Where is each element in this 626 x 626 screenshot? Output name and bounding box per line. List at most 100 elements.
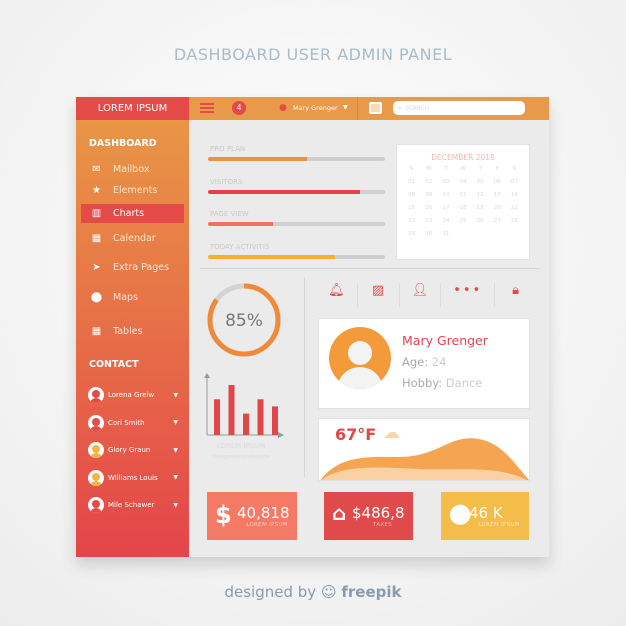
progress-label: VISITORS — [210, 177, 243, 186]
age-label: Age: — [402, 355, 429, 369]
sidebar-item-label: Charts — [113, 208, 145, 219]
stat-card: ⬤ 46 K LOREM IPSUM — [441, 492, 529, 540]
user-dropdown-caret[interactable]: ▼ — [343, 104, 348, 111]
age-value: 24 — [431, 355, 447, 369]
weekday: F — [495, 166, 499, 172]
user-icon: ● — [279, 103, 287, 113]
bell-icon[interactable]: 🔔︎ — [316, 283, 358, 307]
divider — [357, 97, 358, 120]
sidebar-item-label: Tables — [113, 326, 143, 337]
calendar-day[interactable]: 14 — [506, 192, 523, 198]
calendar-day[interactable]: 07 — [506, 179, 523, 185]
calendar-day[interactable]: 15 — [403, 205, 420, 211]
chevron-down-icon[interactable]: ▼ — [173, 502, 178, 509]
calendar-day[interactable]: 21 — [506, 205, 523, 211]
chevron-down-icon[interactable]: ▼ — [173, 419, 178, 426]
calendar-day[interactable]: 22 — [403, 218, 420, 224]
avatar — [88, 414, 104, 431]
weekday: S — [409, 166, 414, 172]
hobby-label: Hobby: — [402, 376, 443, 390]
notification-badge[interactable]: 4 — [232, 101, 246, 115]
lock-icon[interactable]: 🔒︎ — [495, 283, 536, 307]
calendar-day[interactable]: 29 — [403, 231, 420, 237]
image-icon[interactable]: ▨ — [358, 283, 400, 307]
progress-fill — [208, 189, 361, 194]
calendar-day[interactable]: 06 — [489, 179, 506, 185]
sidebar-item-extra-pages[interactable]: ➤ Extra Pages — [81, 258, 184, 277]
profile-card: Mary Grenger Age: 24 Hobby: Dance — [318, 318, 530, 409]
chevron-down-icon[interactable]: ▼ — [173, 447, 178, 454]
sidebar-item-label: Calendar — [113, 233, 156, 244]
calendar-day[interactable]: 25 — [454, 218, 471, 224]
sidebar-item-tables[interactable]: ▦ Tables — [81, 322, 184, 341]
calendar-day[interactable]: 13 — [489, 192, 506, 198]
bar — [243, 413, 249, 435]
progress-bar — [208, 222, 385, 226]
hobby-value: Dance — [445, 376, 483, 390]
search-placeholder: SEARCH — [404, 104, 430, 112]
calendar-day[interactable]: 20 — [489, 205, 506, 211]
sidebar-item-mailbox[interactable]: ✉ Mailbox — [81, 160, 184, 179]
sidebar: LOREM IPSUM DASHBOARD ✉ Mailbox ★ Elements ▥… — [76, 97, 189, 557]
add-user-icon[interactable]: 👤︎ — [400, 283, 442, 307]
bar-chart-subcaption: designdesigndesigne — [211, 454, 271, 460]
chevron-down-icon[interactable]: ▼ — [173, 392, 178, 399]
sidebar-item-elements[interactable]: ★ Elements — [81, 181, 184, 200]
stat-value: $486,8 — [352, 504, 405, 522]
calendar-day[interactable]: 31 — [437, 231, 454, 237]
calendar-day[interactable]: 10 — [437, 192, 454, 198]
calendar-day[interactable]: 27 — [489, 218, 506, 224]
sidebar-item-label: Maps — [113, 292, 138, 303]
calendar-day[interactable]: 03 — [437, 179, 454, 185]
menu-icon[interactable] — [200, 103, 214, 113]
calendar-day[interactable]: 11 — [454, 192, 471, 198]
stat-card: $40,818 LOREM IPSUM — [207, 492, 297, 540]
sidebar-item-calendar[interactable]: ▦ Calendar — [81, 229, 184, 248]
user-name[interactable]: Mary Grenger — [293, 104, 338, 112]
avatar — [88, 497, 104, 513]
y-axis-arrow — [204, 373, 210, 378]
cloud-icon: ☁︎ — [383, 423, 400, 443]
calendar-day[interactable]: 17 — [437, 205, 454, 211]
weekday: T — [478, 166, 482, 172]
calendar-day[interactable]: 09 — [420, 192, 437, 198]
grid-icon: ▦ — [91, 326, 102, 337]
map-pin-icon: ⬤ — [90, 292, 103, 303]
calendar-day[interactable]: 18 — [454, 205, 471, 211]
admin-panel: LOREM IPSUM DASHBOARD ✉ Mailbox ★ Elements ▥… — [76, 97, 549, 557]
divider — [304, 277, 305, 477]
calendar-day[interactable]: 28 — [506, 218, 523, 224]
footer-prefix: designed by — [224, 583, 317, 601]
calendar-day[interactable]: 23 — [420, 218, 437, 224]
contact-item[interactable]: Williams Louis ▼ — [88, 469, 178, 486]
calendar-day[interactable]: 08 — [403, 192, 420, 198]
weather-card: 67°F ☁︎ — [318, 418, 530, 481]
top-bar: 4 ● Mary Grenger ▼ ⌕ SEARCH — [189, 97, 549, 120]
calendar-day[interactable]: 26 — [472, 218, 489, 224]
page-title: DASHBOARD USER ADMIN PANEL — [173, 45, 453, 64]
search-input[interactable]: ⌕ SEARCH — [393, 101, 525, 115]
calendar-day[interactable]: 01 — [403, 179, 420, 185]
sidebar-item-maps[interactable]: ⬤ Maps — [81, 288, 184, 307]
calendar-day[interactable]: 05 — [472, 179, 489, 185]
calendar-day[interactable]: 19 — [472, 205, 489, 211]
card-icon[interactable] — [369, 102, 382, 114]
chevron-down-icon[interactable]: ▼ — [173, 474, 178, 481]
contact-item[interactable]: Glory Graun ▼ — [88, 442, 178, 458]
calendar-day[interactable]: 16 — [420, 205, 437, 211]
calendar-day[interactable]: 24 — [437, 218, 454, 224]
avatar — [88, 469, 104, 486]
contact-item[interactable]: Lorena Greiw ▼ — [88, 387, 178, 403]
contact-item[interactable]: Mile Schawer ▼ — [88, 497, 178, 513]
calendar-day[interactable]: 02 — [420, 179, 437, 185]
search-icon: ⌕ — [398, 103, 402, 112]
more-icon[interactable]: ••• — [441, 283, 496, 307]
calendar-day[interactable]: 12 — [472, 192, 489, 198]
sidebar-item-charts[interactable]: ▥ Charts — [81, 204, 184, 223]
profile-name: Mary Grenger — [402, 333, 488, 348]
bar-chart-caption: LOREM IPSUM — [216, 442, 266, 450]
calendar-day[interactable]: 30 — [420, 231, 437, 237]
contact-item[interactable]: Cori Smith ▼ — [88, 414, 178, 431]
sidebar-item-label: Elements — [113, 185, 158, 196]
calendar-day[interactable]: 04 — [454, 179, 471, 185]
